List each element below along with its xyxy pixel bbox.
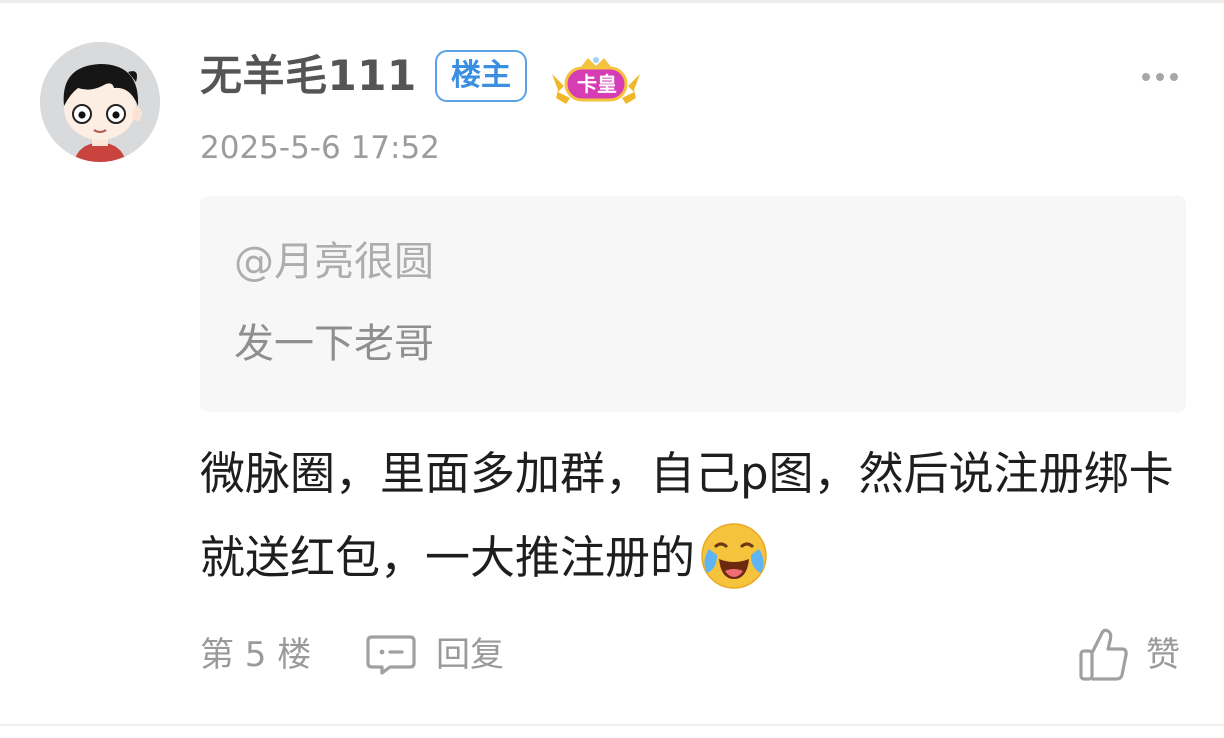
thumbs-up-icon	[1079, 628, 1128, 681]
avatar[interactable]	[40, 42, 160, 162]
like-label: 赞	[1146, 635, 1180, 675]
quoted-reply[interactable]: @月亮很圆 发一下老哥	[200, 196, 1186, 412]
like-button[interactable]: 赞	[1078, 626, 1180, 684]
crying-laughing-emoji-icon	[701, 523, 767, 589]
more-dots-icon[interactable]	[1138, 66, 1182, 88]
author-name[interactable]: 无羊毛111	[200, 48, 417, 104]
comment-body-text: 微脉圈，里面多加群，自己p图，然后说注册绑卡就送红包，一大推注册的	[200, 447, 1174, 584]
post-timestamp: 2025-5-6 17:52	[200, 130, 440, 166]
quote-mention[interactable]: @月亮很圆	[234, 236, 434, 288]
comment-card: 无羊毛111 楼主 卡皇 2025-5-6 17:52 @月亮很圆 发一下老哥 …	[0, 0, 1224, 738]
bottom-divider	[0, 724, 1224, 726]
top-divider	[0, 0, 1224, 3]
floor-number: 第 5 楼	[200, 635, 312, 675]
quote-text: 发一下老哥	[234, 321, 434, 367]
rank-badge-label: 卡皇	[577, 72, 617, 96]
reply-button[interactable]: 回复	[364, 630, 504, 680]
comment-body: 微脉圈，里面多加群，自己p图，然后说注册绑卡就送红包，一大推注册的	[200, 432, 1190, 600]
owner-badge: 楼主	[435, 50, 527, 102]
comment-bubble-icon	[366, 635, 416, 675]
reply-label: 回复	[436, 635, 504, 675]
cartoon-boy-avatar-icon	[40, 42, 160, 162]
